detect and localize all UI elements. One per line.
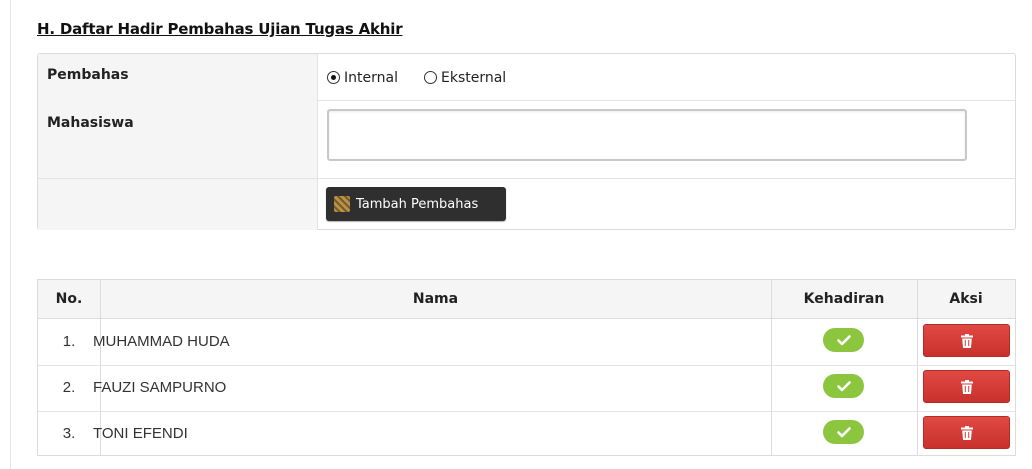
row-number: 2. [62, 379, 76, 396]
form-label-cell: Mahasiswa [38, 100, 318, 178]
check-icon[interactable] [823, 328, 864, 352]
table-row: 1. MUHAMMAD HUDA [38, 319, 1015, 366]
pembahas-form: Pembahas Internal Eksternal Mahasiswa Ta… [37, 53, 1016, 230]
trash-icon [960, 425, 973, 440]
radio-eksternal[interactable] [424, 71, 437, 84]
mahasiswa-label: Mahasiswa [47, 115, 134, 131]
section-title: H. Daftar Hadir Pembahas Ujian Tugas Akh… [37, 20, 403, 38]
header-no: No. [55, 291, 83, 307]
table-row: 2. FAUZI SAMPURNO [38, 365, 1015, 412]
header-nama: Nama [412, 291, 459, 307]
check-icon[interactable] [823, 374, 864, 398]
trash-icon [960, 379, 973, 394]
row-name: MUHAMMAD HUDA [93, 333, 230, 350]
form-label-cell [38, 179, 318, 230]
tambah-pembahas-button[interactable]: Tambah Pembahas [326, 187, 506, 221]
delete-button[interactable] [923, 324, 1010, 357]
left-border-line [10, 0, 11, 469]
pembahas-table: No. Nama Kehadiran Aksi 1. MUHAMMAD HUDA… [37, 279, 1016, 456]
row-number: 3. [62, 425, 76, 442]
delete-button[interactable] [923, 370, 1010, 403]
form-row-actions: Tambah Pembahas [38, 179, 1015, 230]
table-row: 3. TONI EFENDI [38, 411, 1015, 457]
form-row-mahasiswa: Mahasiswa [38, 100, 1015, 179]
radio-internal-label[interactable]: Internal [344, 70, 398, 86]
check-icon[interactable] [823, 420, 864, 444]
mahasiswa-input[interactable] [327, 109, 967, 161]
radio-internal[interactable] [327, 71, 340, 84]
tambah-pembahas-label: Tambah Pembahas [356, 196, 479, 212]
header-kehadiran: Kehadiran [803, 291, 885, 307]
row-name: TONI EFENDI [93, 425, 188, 442]
radio-eksternal-label[interactable]: Eksternal [441, 70, 506, 86]
row-name: FAUZI SAMPURNO [93, 379, 227, 396]
trash-icon [960, 333, 973, 348]
pembahas-label: Pembahas [47, 67, 129, 83]
delete-button[interactable] [923, 416, 1010, 449]
form-label-cell: Pembahas [38, 54, 318, 100]
row-number: 1. [62, 333, 76, 350]
grid-icon [334, 196, 350, 212]
form-row-pembahas: Pembahas Internal Eksternal [38, 54, 1015, 101]
header-aksi: Aksi [949, 291, 983, 307]
